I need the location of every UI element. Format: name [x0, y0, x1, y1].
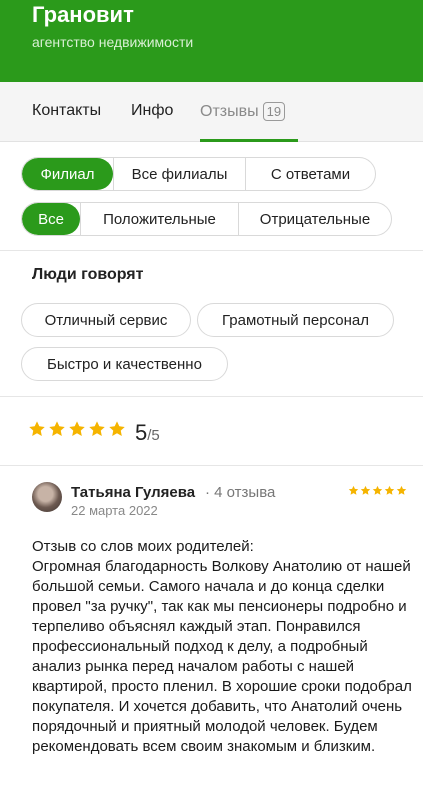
tab-info[interactable]: Инфо	[131, 102, 173, 120]
tab-contacts-label: Контакты	[32, 102, 102, 119]
company-subtitle: агентство недвижимости	[32, 34, 194, 50]
company-header: Гранoвит агентство недвижимости	[0, 0, 423, 82]
divider	[0, 465, 423, 466]
star-icon	[109, 421, 125, 436]
rating-max: /5	[147, 427, 160, 444]
star-icon	[372, 485, 383, 495]
tab-reviews[interactable]: Отзывы 19	[200, 102, 286, 121]
avatar[interactable]	[32, 482, 62, 512]
tag-competent-staff[interactable]: Грамотный персонал	[197, 303, 394, 337]
overall-rating-value: 5/5	[135, 420, 160, 446]
company-title: Гранoвит	[32, 2, 134, 27]
star-icon	[49, 421, 65, 436]
star-icon	[89, 421, 105, 436]
review-text: Отзыв со слов моих родителей: Огромная б…	[32, 538, 412, 755]
review-date: 22 марта 2022	[71, 503, 158, 518]
filter-with-replies-button[interactable]: С ответами	[245, 158, 375, 190]
people-say-title: Люди говорят	[32, 266, 144, 283]
filter-all-branches-button[interactable]: Все филиалы	[113, 158, 245, 190]
filter-positive-button[interactable]: Положительные	[80, 203, 238, 235]
overall-rating-stars	[28, 420, 126, 438]
active-tab-indicator	[200, 139, 298, 142]
star-icon	[348, 485, 359, 495]
tag-fast-quality[interactable]: Быстро и качественно	[21, 347, 228, 381]
rating-value: 5	[135, 420, 148, 445]
star-icon	[360, 485, 371, 495]
tab-bar: Контакты Инфо Отзывы 19	[0, 82, 423, 142]
star-icon	[69, 421, 85, 436]
reviews-count-badge: 19	[262, 102, 286, 121]
filter-negative-button[interactable]: Отрицательные	[238, 203, 391, 235]
star-icon	[396, 485, 407, 495]
filter-all-button[interactable]: Все	[22, 203, 80, 235]
tag-excellent-service[interactable]: Отличный сервис	[21, 303, 191, 337]
filter-branch-button[interactable]: Филиал	[22, 158, 113, 190]
tab-contacts[interactable]: Контакты	[32, 102, 101, 120]
tab-reviews-label: Отзывы	[200, 103, 259, 120]
divider	[0, 396, 423, 397]
sentiment-filter: Все Положительные Отрицательные	[21, 202, 392, 236]
review-author-meta[interactable]: · 4 отзыва	[205, 484, 275, 501]
review-rating-stars	[348, 485, 407, 496]
star-icon	[384, 485, 395, 495]
scope-filter: Филиал Все филиалы С ответами	[21, 157, 376, 191]
divider	[0, 250, 423, 251]
tab-info-label: Инфо	[131, 102, 174, 119]
star-icon	[29, 421, 45, 436]
review-author[interactable]: Татьяна Гуляева	[71, 484, 195, 501]
